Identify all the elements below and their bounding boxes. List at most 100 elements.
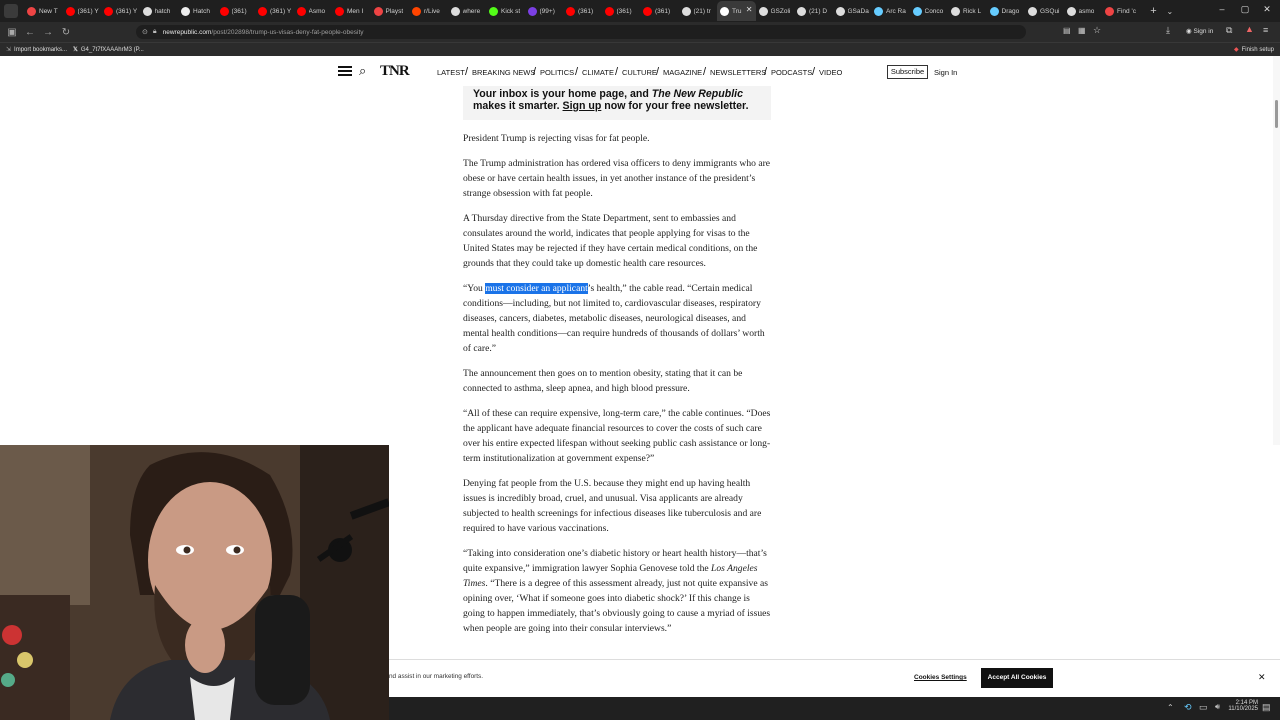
- os-taskbar: ⌃ ⟲ ▭ 🔊︎ 2:14 PM 11/10/2025 ▤: [389, 697, 1280, 720]
- reload-icon[interactable]: ↻: [57, 27, 75, 38]
- nav-link-podcasts[interactable]: PODCASTS: [771, 68, 812, 77]
- new-tab-button[interactable]: +: [1147, 5, 1161, 17]
- tab-title: GSZoli: [770, 7, 791, 15]
- downloads-icon[interactable]: ⤓: [1166, 25, 1170, 36]
- window-close-icon[interactable]: ✕: [1260, 4, 1274, 15]
- cookie-close-icon[interactable]: ✕: [1258, 672, 1266, 683]
- sidebar-toggle-icon[interactable]: ▣: [3, 27, 21, 38]
- tray-overflow-icon[interactable]: ⌃: [1167, 703, 1174, 712]
- back-icon[interactable]: ←: [21, 27, 39, 38]
- tnr-logo[interactable]: TNR: [380, 63, 410, 80]
- nav-link-newsletters[interactable]: NEWSLETTERS: [710, 68, 766, 77]
- browser-tab[interactable]: Conco: [910, 1, 949, 21]
- tab-favicon-icon: [373, 6, 383, 16]
- nav-link-breaking-news[interactable]: BREAKING NEWS: [472, 68, 535, 77]
- notifications-icon[interactable]: ▤: [1262, 702, 1271, 713]
- nav-separator: /: [575, 66, 579, 78]
- bookmark-star-icon[interactable]: ☆: [1093, 25, 1101, 36]
- nav-link-video[interactable]: VIDEO: [819, 68, 842, 77]
- tab-strip: New T (361) Y (361) Y hatch Hatch (361) (361) …: [24, 1, 1141, 21]
- bookmark-import[interactable]: ⇲ Import bookmarks...: [6, 46, 67, 54]
- browser-tab[interactable]: (99+): [525, 1, 564, 21]
- browser-tab[interactable]: Playst: [371, 1, 410, 21]
- maximize-icon[interactable]: ▢: [1238, 4, 1252, 15]
- browser-tab[interactable]: Hatch: [178, 1, 217, 21]
- hamburger-menu-icon[interactable]: [338, 66, 352, 76]
- tab-favicon-icon: [797, 6, 806, 16]
- nav-link-culture[interactable]: CULTURE: [622, 68, 657, 77]
- browser-tab[interactable]: (361): [563, 1, 602, 21]
- taskbar-clock[interactable]: 2:14 PM 11/10/2025: [1224, 700, 1258, 712]
- tab-close-icon[interactable]: ✕: [746, 5, 753, 14]
- tab-list-chevron-icon[interactable]: ⌄: [1167, 7, 1174, 16]
- signup-link[interactable]: Sign up: [563, 100, 602, 112]
- browser-tab[interactable]: New T: [24, 1, 63, 21]
- tab-title: (361): [578, 7, 594, 15]
- bookmark-x-post[interactable]: 𝕏 G4_7t7fXAAAhrM3 (P...: [73, 46, 144, 54]
- nav-link-latest[interactable]: LATEST: [437, 68, 465, 77]
- scrollbar-thumb[interactable]: [1275, 100, 1278, 128]
- browser-tab[interactable]: (361) Y: [255, 1, 294, 21]
- tab-favicon-icon: [566, 6, 575, 16]
- browser-tab[interactable]: Rick L: [948, 1, 987, 21]
- minimize-icon[interactable]: –: [1215, 4, 1229, 14]
- browser-tab[interactable]: GSZoli: [756, 1, 795, 21]
- browser-tab[interactable]: Drago: [987, 1, 1026, 21]
- browser-tab[interactable]: asmo: [1064, 1, 1103, 21]
- bookmarks-bar: ⇲ Import bookmarks... 𝕏 G4_7t7fXAAAhrM3 (P…: [0, 42, 1280, 56]
- browser-tab[interactable]: where: [448, 1, 487, 21]
- browser-tab[interactable]: Tru ✕: [717, 1, 756, 21]
- browser-tab[interactable]: Asmo: [294, 1, 333, 21]
- forward-icon[interactable]: →: [39, 27, 57, 38]
- browser-tab[interactable]: Men I: [332, 1, 371, 21]
- site-sign-in-link[interactable]: Sign In: [934, 68, 957, 77]
- article-paragraph: The announcement then goes on to mention…: [463, 368, 743, 394]
- nav-separator: /: [812, 66, 816, 78]
- browser-tab[interactable]: hatch: [140, 1, 179, 21]
- nav-link-politics[interactable]: POLITICS: [540, 68, 574, 77]
- browser-tab[interactable]: (21) D: [794, 1, 833, 21]
- tray-network-icon[interactable]: ▭: [1199, 702, 1208, 713]
- selected-text[interactable]: must consider an applicant: [485, 283, 588, 294]
- account-sign-in[interactable]: ◉ Sign in: [1186, 27, 1213, 35]
- nav-separator: /: [465, 66, 469, 78]
- finish-setup-button[interactable]: ◆ Finish setup: [1234, 46, 1274, 54]
- tab-title: (99+): [539, 7, 555, 15]
- tab-title: (361): [655, 7, 671, 15]
- browser-tab[interactable]: Arc Ra: [871, 1, 910, 21]
- browser-tab[interactable]: (21) tr: [679, 1, 718, 21]
- browser-tab[interactable]: (361) Y: [101, 1, 140, 21]
- browser-tab[interactable]: (361): [217, 1, 256, 21]
- tab-favicon-icon: [758, 6, 768, 16]
- browser-tab[interactable]: Kick st: [486, 1, 525, 21]
- browser-tab[interactable]: (361): [640, 1, 679, 21]
- tray-sync-icon[interactable]: ⟲: [1184, 702, 1192, 713]
- accept-all-cookies-button[interactable]: Accept All Cookies: [981, 668, 1053, 688]
- tab-title: Arc Ra: [886, 7, 906, 15]
- browser-tab[interactable]: (361): [602, 1, 641, 21]
- tab-favicon-icon: [951, 6, 960, 16]
- cookies-settings-button[interactable]: Cookies Settings: [914, 674, 967, 681]
- nav-link-climate[interactable]: CLIMATE: [582, 68, 614, 77]
- reader-mode-icon[interactable]: ▤: [1063, 26, 1071, 35]
- app-menu-icon[interactable]: ≡: [1263, 25, 1268, 35]
- extensions-icon[interactable]: ⧉: [1226, 25, 1232, 36]
- extension-badge-icon[interactable]: ▲: [1245, 24, 1254, 34]
- browser-tab[interactable]: (361) Y: [63, 1, 102, 21]
- subscribe-button[interactable]: Subscribe: [887, 65, 928, 79]
- site-info-icon[interactable]: ⊙: [142, 28, 148, 36]
- address-bar[interactable]: ⊙ 🔒︎ newrepublic.com/post/202898/trump-u…: [136, 25, 1026, 39]
- screenshot-icon[interactable]: ▦: [1078, 26, 1086, 35]
- search-icon[interactable]: ⌕: [359, 63, 366, 79]
- promo-line-2: makes it smarter. Sign up now for your f…: [473, 100, 749, 112]
- tab-favicon-icon: [643, 6, 652, 16]
- window-menu-icon[interactable]: [4, 4, 18, 18]
- tray-volume-icon[interactable]: 🔊︎: [1215, 702, 1220, 712]
- browser-tab-bar: New T (361) Y (361) Y hatch Hatch (361) (361) …: [0, 0, 1280, 22]
- browser-tab[interactable]: r/Live: [409, 1, 448, 21]
- nav-link-magazine[interactable]: MAGAZINE: [663, 68, 702, 77]
- browser-tab[interactable]: GSaDa: [833, 1, 872, 21]
- browser-tab[interactable]: Find 'c: [1102, 1, 1141, 21]
- browser-tab[interactable]: GSQui: [1025, 1, 1064, 21]
- tab-title: (361): [231, 7, 247, 15]
